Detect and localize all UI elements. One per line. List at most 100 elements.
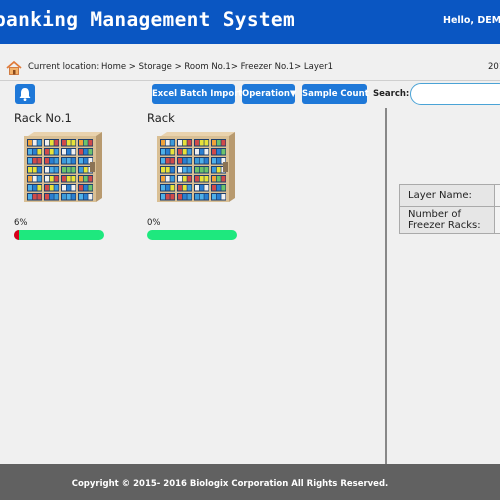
sample-box <box>66 194 71 200</box>
operation-dropdown-button[interactable]: Operation▼ <box>242 84 296 104</box>
app-title: banking Management System <box>0 8 295 31</box>
sample-box <box>204 176 209 182</box>
sample-box <box>37 149 42 155</box>
sample-box <box>161 176 165 182</box>
sample-box <box>212 194 216 200</box>
sample-box <box>221 149 226 155</box>
sample-box <box>216 149 221 155</box>
sample-box <box>170 194 175 200</box>
sample-box <box>83 167 88 173</box>
rack-card[interactable]: Rack No.1 6% <box>14 108 114 248</box>
sample-box <box>161 140 165 146</box>
sample-box <box>54 194 59 200</box>
freezer-rack-image <box>24 132 102 202</box>
sample-box <box>49 149 54 155</box>
sample-box <box>28 194 32 200</box>
sample-box <box>79 140 83 146</box>
sample-box <box>62 176 66 182</box>
sample-box <box>54 140 59 146</box>
sample-box <box>88 185 93 191</box>
sample-box <box>170 185 175 191</box>
table-row: Layer Name: <box>399 184 500 207</box>
freezer-racks-count-value <box>494 206 500 234</box>
sample-box <box>88 149 93 155</box>
main-content: Rack No.1 6% Rack 0% Layer Name: Number … <box>0 108 500 464</box>
sample-box <box>161 167 165 173</box>
sample-box <box>37 167 42 173</box>
excel-batch-import-button[interactable]: Excel Batch Import <box>152 84 243 104</box>
sample-box <box>199 176 204 182</box>
sample-box <box>54 185 59 191</box>
sample-box <box>216 140 221 146</box>
sample-box <box>54 176 59 182</box>
rack-usage-fill <box>14 230 20 240</box>
rack-side <box>96 132 102 202</box>
sample-box <box>170 149 175 155</box>
sample-box <box>49 167 54 173</box>
home-icon[interactable] <box>6 60 22 76</box>
layer-name-label: Layer Name: <box>399 184 495 207</box>
sample-box <box>187 194 192 200</box>
rack-handle <box>223 162 228 172</box>
sample-count-button[interactable]: Sample Count <box>302 84 369 104</box>
sample-box <box>32 158 37 164</box>
layer-details-table: Layer Name: Number of Freezer Racks: <box>399 184 500 234</box>
sample-box <box>212 167 216 173</box>
sample-box <box>199 158 204 164</box>
rack-usage-percent: 0% <box>147 218 161 228</box>
sample-box <box>54 167 59 173</box>
sample-box <box>216 194 221 200</box>
sample-box <box>88 194 93 200</box>
sample-box <box>49 140 54 146</box>
sample-box <box>161 149 165 155</box>
sample-box <box>216 185 221 191</box>
sample-box <box>79 176 83 182</box>
sample-box <box>45 140 49 146</box>
sample-box <box>28 167 32 173</box>
notification-button[interactable] <box>15 84 35 104</box>
sample-box <box>178 158 182 164</box>
search-input[interactable] <box>410 83 500 105</box>
sample-box <box>32 185 37 191</box>
sample-box <box>54 149 59 155</box>
sample-box <box>66 185 71 191</box>
rack-name: Rack No.1 <box>14 111 72 125</box>
sample-box <box>32 176 37 182</box>
sample-box <box>32 167 37 173</box>
sample-box <box>62 167 66 173</box>
sample-box <box>216 176 221 182</box>
sample-box <box>54 158 59 164</box>
bell-icon <box>19 88 31 101</box>
sample-box <box>71 176 76 182</box>
sample-box <box>66 176 71 182</box>
sample-box <box>212 149 216 155</box>
sample-box <box>187 140 192 146</box>
sample-box <box>45 194 49 200</box>
rack-name: Rack <box>147 111 175 125</box>
sample-box <box>79 158 83 164</box>
rack-card[interactable]: Rack 0% <box>147 108 247 248</box>
sample-box <box>212 185 216 191</box>
rack-usage-percent: 6% <box>14 218 28 228</box>
sample-box <box>195 140 199 146</box>
divider <box>0 80 500 81</box>
sample-box <box>28 158 32 164</box>
sample-box <box>187 149 192 155</box>
sample-box <box>221 176 226 182</box>
breadcrumb-path[interactable]: Home > Storage > Room No.1> Freezer No.1… <box>101 62 333 72</box>
sample-box <box>45 176 49 182</box>
sample-box <box>221 140 226 146</box>
rack-top <box>161 132 235 136</box>
sample-box <box>49 158 54 164</box>
sample-box <box>28 140 32 146</box>
sample-box <box>45 158 49 164</box>
sample-box <box>221 185 226 191</box>
sample-box <box>204 185 209 191</box>
sample-box <box>71 167 76 173</box>
sample-box <box>62 194 66 200</box>
sample-box <box>204 158 209 164</box>
sample-box <box>88 176 93 182</box>
user-greeting[interactable]: Hello, DEMO <box>443 15 500 26</box>
sample-box <box>66 167 71 173</box>
sample-box <box>170 176 175 182</box>
